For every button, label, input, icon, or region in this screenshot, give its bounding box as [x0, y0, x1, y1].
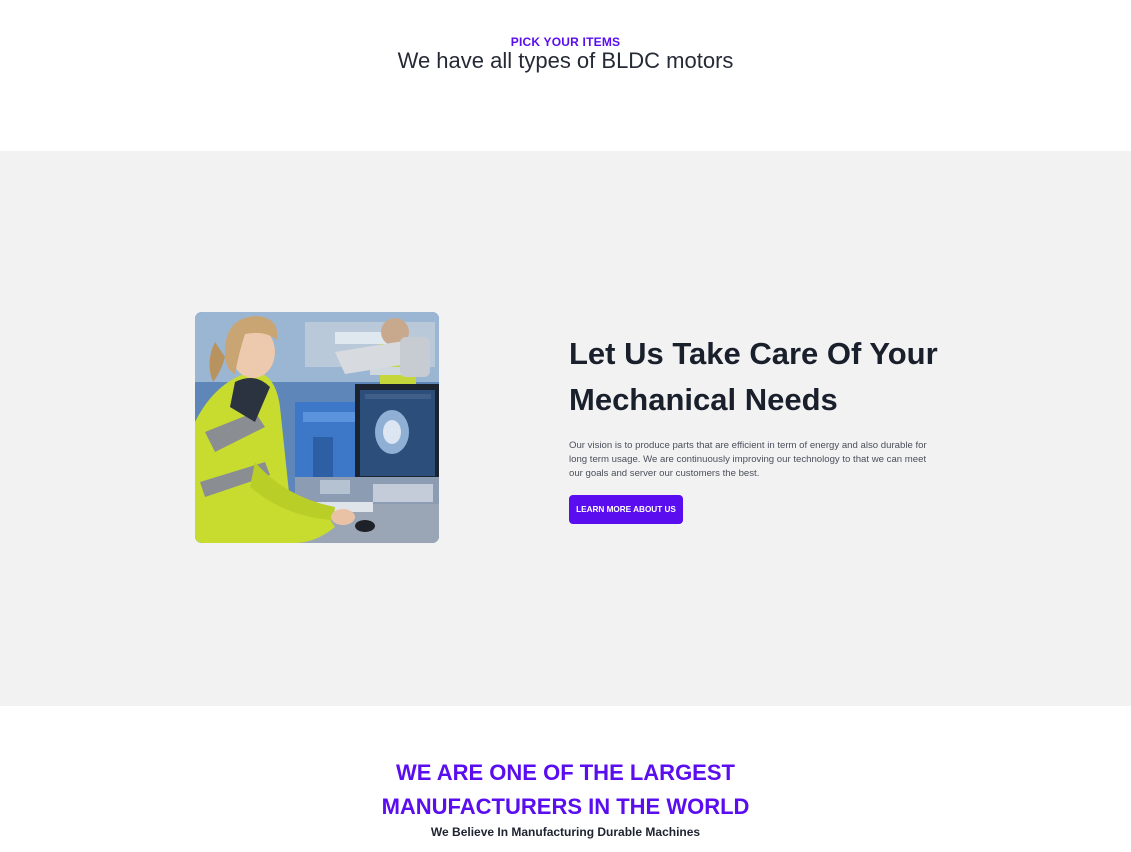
section-eyebrow: PICK YOUR ITEMS — [510, 35, 621, 49]
manufacturers-heading-line-1: WE ARE ONE OF THE LARGEST — [396, 760, 735, 785]
about-heading: Let Us Take Care Of Your Mechanical Need… — [569, 331, 949, 423]
manufacturers-section: WE ARE ONE OF THE LARGEST MANUFACTURERS … — [0, 706, 1131, 852]
products-intro-section: PICK YOUR ITEMS We have all types of BLD… — [0, 0, 1131, 151]
section-title: We have all types of BLDC motors — [397, 48, 734, 73]
learn-more-button[interactable]: LEARN MORE ABOUT US — [569, 495, 683, 524]
about-section: Let Us Take Care Of Your Mechanical Need… — [0, 151, 1131, 706]
manufacturers-subtitle: We Believe In Manufacturing Durable Mach… — [430, 825, 701, 839]
about-heading-line-1: Let Us Take Care Of Your — [569, 336, 938, 371]
about-description: Our vision is to produce parts that are … — [569, 440, 927, 479]
about-heading-line-2: Mechanical Needs — [569, 382, 838, 417]
manufacturers-heading: WE ARE ONE OF THE LARGEST MANUFACTURERS … — [0, 756, 1131, 824]
engineer-photo — [195, 312, 439, 543]
manufacturers-heading-line-2: MANUFACTURERS IN THE WORLD — [381, 794, 750, 819]
